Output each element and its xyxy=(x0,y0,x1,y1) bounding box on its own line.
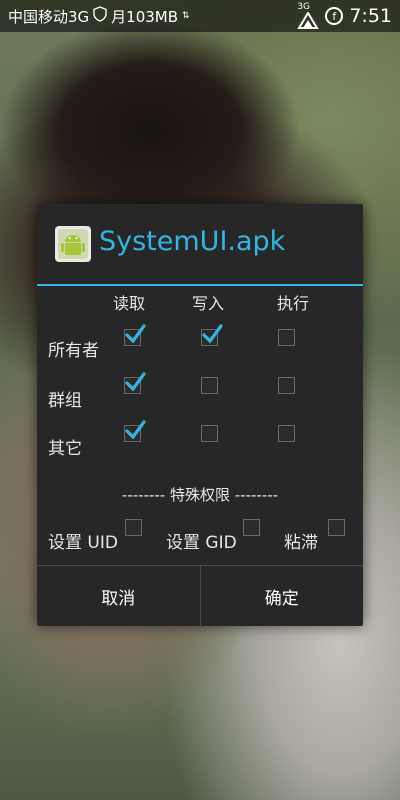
group-read-checkbox[interactable] xyxy=(124,372,146,394)
shield-icon xyxy=(93,6,107,26)
dialog-header: SystemUI.apk xyxy=(37,204,363,284)
sticky-label: 粘滞 xyxy=(284,533,318,553)
setuid-checkbox[interactable] xyxy=(125,519,142,536)
others-read-checkbox[interactable] xyxy=(124,420,146,442)
column-header-read: 读取 xyxy=(113,294,146,313)
ok-button[interactable]: 确定 xyxy=(199,566,364,627)
owner-execute-checkbox[interactable] xyxy=(278,329,295,346)
checkmark-icon xyxy=(125,324,146,344)
android-app-icon xyxy=(55,226,91,262)
owner-read-checkbox[interactable] xyxy=(124,324,146,346)
setgid-label: 设置 GID xyxy=(166,533,237,553)
setgid-checkbox[interactable] xyxy=(243,519,260,536)
special-permissions-heading: -------- 特殊权限 -------- xyxy=(121,486,279,504)
row-label-others: 其它 xyxy=(48,439,82,459)
title-divider xyxy=(37,284,363,286)
data-transfer-icon: ⇅ xyxy=(182,11,190,21)
column-header-execute: 执行 xyxy=(277,294,310,313)
sticky-checkbox[interactable] xyxy=(328,519,345,536)
group-write-checkbox[interactable] xyxy=(201,377,218,394)
carrier-label: 中国移动3G xyxy=(8,7,90,26)
checkmark-icon xyxy=(125,420,146,440)
others-write-checkbox[interactable] xyxy=(201,425,218,442)
clock: 7:51 xyxy=(349,5,392,27)
setuid-label: 设置 UID xyxy=(48,533,118,553)
row-label-owner: 所有者 xyxy=(48,341,99,361)
column-header-write: 写入 xyxy=(192,294,225,313)
others-execute-checkbox[interactable] xyxy=(278,425,295,442)
data-usage-label: 月103MB xyxy=(111,7,179,26)
owner-write-checkbox[interactable] xyxy=(201,324,223,346)
facebook-notification-icon: f xyxy=(325,7,344,25)
dialog-button-bar: 取消 确定 xyxy=(37,565,363,627)
cancel-button[interactable]: 取消 xyxy=(37,566,200,627)
row-label-group: 群组 xyxy=(48,391,82,411)
signal-icon: 3G xyxy=(297,2,320,29)
permissions-dialog: SystemUI.apk 读取 写入 执行 所有者 群组 其它 --------… xyxy=(37,204,363,627)
checkmark-icon xyxy=(125,372,146,392)
checkmark-icon xyxy=(202,324,223,344)
dialog-title: SystemUI.apk xyxy=(99,226,286,257)
status-bar: 中国移动3G 月103MB ⇅ 3G f 7:51 xyxy=(0,0,400,32)
group-execute-checkbox[interactable] xyxy=(278,377,295,394)
